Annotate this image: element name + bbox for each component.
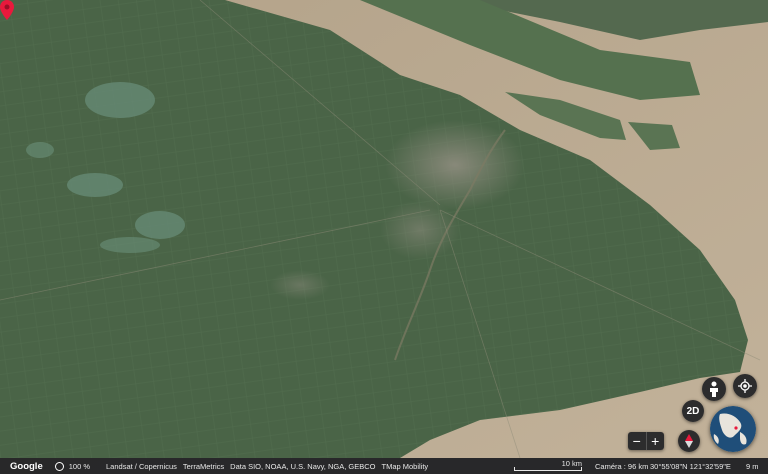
mini-globe-icon[interactable] bbox=[710, 406, 756, 452]
lake bbox=[85, 82, 155, 118]
scale-bar[interactable]: 10 km bbox=[512, 458, 584, 474]
lake bbox=[135, 211, 185, 239]
coordinates-readout: 30°55'08"N 121°32'59"E bbox=[650, 462, 731, 471]
loading-indicator-icon bbox=[54, 461, 64, 471]
urban-area bbox=[385, 120, 525, 210]
elevation-readout: 9 m bbox=[746, 462, 759, 471]
attribution-data[interactable]: Data SIO, NOAA, U.S. Navy, NGA, GEBCO bbox=[230, 462, 375, 471]
lake bbox=[67, 173, 123, 197]
satellite-map-view[interactable] bbox=[0, 0, 768, 474]
status-bar: Google 100 % Landsat / Copernicus TerraM… bbox=[0, 458, 768, 474]
zoom-control: − + bbox=[628, 432, 664, 450]
google-logo: Google bbox=[10, 460, 43, 472]
my-location-icon[interactable] bbox=[733, 374, 757, 398]
map-imagery bbox=[0, 0, 768, 474]
lake bbox=[26, 142, 54, 158]
scale-line bbox=[514, 467, 582, 471]
zoom-in-button[interactable]: + bbox=[647, 432, 665, 450]
toggle-2d-button[interactable]: 2D bbox=[682, 400, 704, 422]
urban-area bbox=[270, 270, 330, 300]
zoom-level-text: 100 % bbox=[68, 461, 91, 471]
attribution-terrametrics[interactable]: TerraMetrics bbox=[183, 462, 224, 471]
attribution-landsat[interactable]: Landsat / Copernicus bbox=[106, 462, 177, 471]
pegman-icon[interactable] bbox=[702, 377, 726, 401]
toggle-2d-label: 2D bbox=[686, 405, 700, 417]
camera-altitude: Caméra : 96 km bbox=[595, 462, 649, 471]
compass-icon[interactable] bbox=[678, 430, 700, 452]
zoom-out-button[interactable]: − bbox=[628, 432, 647, 450]
lake bbox=[100, 237, 160, 253]
location-pin-icon[interactable] bbox=[0, 0, 14, 20]
attribution-tmap[interactable]: TMap Mobility bbox=[381, 462, 428, 471]
